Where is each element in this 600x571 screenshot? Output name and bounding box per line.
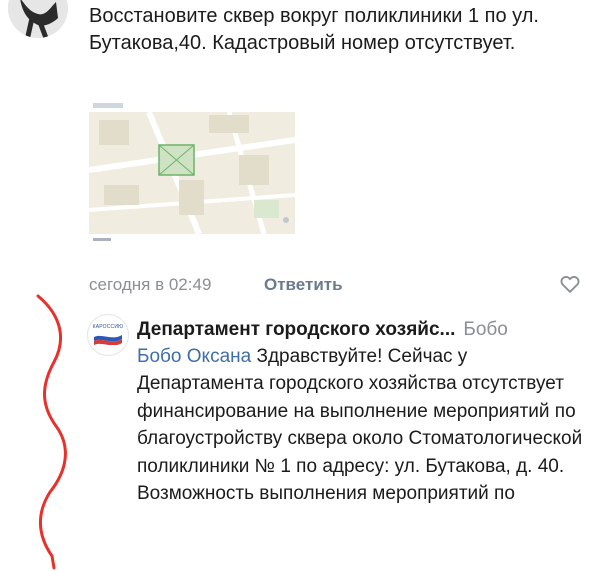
- reply-comment: Департамент городского хозяйс... Бобо Боб…: [137, 316, 587, 507]
- comment-meta: сегодня в 02:49 Ответить: [89, 273, 581, 297]
- reply-to[interactable]: Бобо: [463, 319, 508, 340]
- department-logo-text: КАРОССИЮ: [92, 324, 124, 330]
- reply-header: Департамент городского хозяйс... Бобо: [137, 316, 587, 343]
- comment-text: Восстановите сквер вокруг поликлиники 1 …: [89, 5, 539, 54]
- reply-author[interactable]: Департамент городского хозяйс...: [137, 319, 455, 340]
- comment-time: сегодня в 02:49: [89, 275, 212, 294]
- department-logo[interactable]: КАРОССИЮ: [87, 314, 129, 356]
- reply-text: Бобо Оксана Здравствуйте! Сейчас у Депар…: [137, 343, 587, 507]
- reply-body: Здравствуйте! Сейчас у Департамента горо…: [137, 346, 583, 505]
- reply-button[interactable]: Ответить: [264, 275, 343, 295]
- user-avatar[interactable]: [8, 0, 68, 38]
- map-attachment[interactable]: [89, 100, 295, 246]
- red-annotation-stroke: [36, 294, 67, 570]
- mention-link[interactable]: Бобо Оксана: [137, 346, 251, 367]
- flag-icon: [94, 335, 122, 345]
- like-icon[interactable]: [559, 273, 581, 295]
